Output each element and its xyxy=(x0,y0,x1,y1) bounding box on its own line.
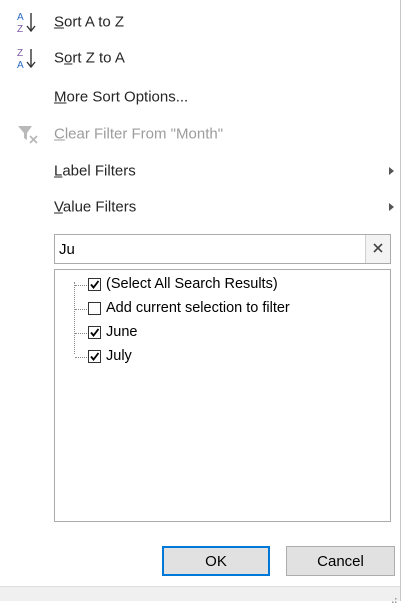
svg-text:A: A xyxy=(17,12,24,23)
list-item-june[interactable]: June xyxy=(55,321,385,345)
clear-filter-menu-item: Clear Filter From "Month" xyxy=(0,117,400,151)
resize-bar xyxy=(0,586,400,603)
add-to-filter-checkbox[interactable] xyxy=(88,302,101,315)
sort-z-to-a-menu-item[interactable]: Z A Sort Z to A xyxy=(0,41,400,75)
tree-connector xyxy=(75,333,87,334)
chevron-right-icon xyxy=(389,167,394,175)
list-item-select-all[interactable]: (Select All Search Results) xyxy=(55,273,385,297)
tree-connector xyxy=(75,309,87,310)
select-all-checkbox[interactable] xyxy=(88,278,101,291)
value-filters-label: Value Filters xyxy=(54,198,137,216)
list-item-add-to-filter[interactable]: Add current selection to filter xyxy=(55,297,385,321)
svg-text:A: A xyxy=(17,60,24,71)
more-sort-options-label: More Sort Options... xyxy=(54,88,189,106)
sort-z-to-a-label: Sort Z to A xyxy=(54,49,125,67)
tree-connector xyxy=(75,357,87,358)
list-item-label: June xyxy=(106,324,138,340)
sort-a-to-z-label: Sort A to Z xyxy=(54,13,125,31)
clear-search-button[interactable] xyxy=(365,235,390,263)
ok-button[interactable]: OK xyxy=(162,546,270,576)
clear-filter-icon xyxy=(16,121,40,147)
list-item-label: Add current selection to filter xyxy=(106,300,290,316)
chevron-right-icon xyxy=(389,203,394,211)
list-item-july[interactable]: July xyxy=(55,345,385,369)
filter-dropdown-panel: A Z Sort A to Z Z A Sort Z to A More Sor… xyxy=(0,0,401,603)
clear-filter-label: Clear Filter From "Month" xyxy=(54,125,224,143)
label-filters-menu-item[interactable]: Label Filters xyxy=(0,154,400,188)
resize-grip-icon[interactable] xyxy=(389,591,397,603)
july-checkbox[interactable] xyxy=(88,350,101,363)
list-item-label: (Select All Search Results) xyxy=(106,276,278,292)
filter-items-list: (Select All Search Results) Add current … xyxy=(54,269,391,522)
svg-text:Z: Z xyxy=(17,24,23,35)
value-filters-menu-item[interactable]: Value Filters xyxy=(0,190,400,224)
list-item-label: July xyxy=(106,348,132,364)
tree-connector xyxy=(75,285,87,286)
cancel-button[interactable]: Cancel xyxy=(286,546,395,576)
more-sort-options-menu-item[interactable]: More Sort Options... xyxy=(0,80,400,114)
sort-ascending-icon: A Z xyxy=(16,9,40,35)
label-filters-label: Label Filters xyxy=(54,162,136,180)
close-icon xyxy=(373,240,383,258)
search-input[interactable] xyxy=(55,235,369,263)
svg-text:Z: Z xyxy=(17,48,23,59)
sort-descending-icon: Z A xyxy=(16,45,40,71)
search-box xyxy=(54,234,391,264)
sort-a-to-z-menu-item[interactable]: A Z Sort A to Z xyxy=(0,5,400,39)
june-checkbox[interactable] xyxy=(88,326,101,339)
